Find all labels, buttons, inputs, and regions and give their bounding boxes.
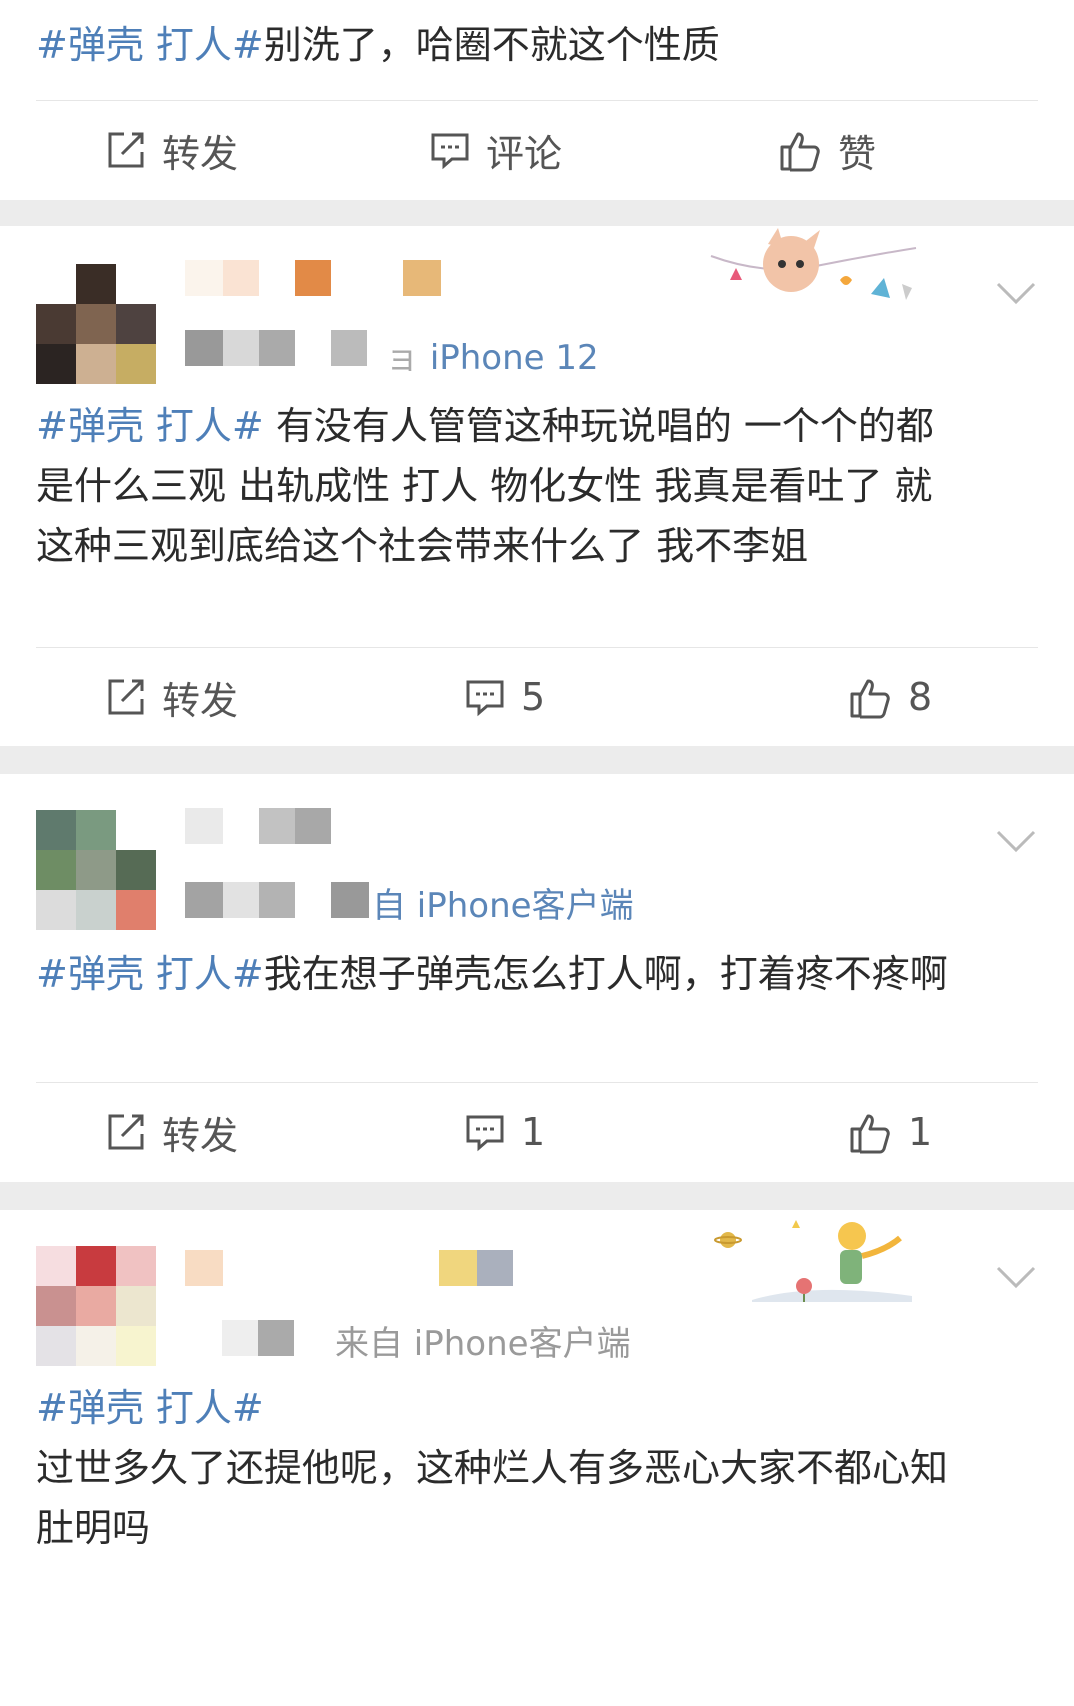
like-button[interactable]: 8 [848, 647, 932, 747]
comment-button[interactable]: 评论 [430, 100, 562, 200]
post-text: #弹壳 打人# 有没有人管管这种玩说唱的 一个个的都是什么三观 出轨成性 打人 … [36, 396, 966, 576]
comment-button[interactable]: 1 [465, 1082, 545, 1182]
post-card-2: ョ iPhone 12 #弹壳 打人# 有没有人管管这种玩说唱的 一个个的都是什… [0, 226, 1074, 746]
avatar[interactable] [36, 1246, 156, 1366]
avatar[interactable] [36, 264, 156, 384]
post-text: #弹壳 打人#别洗了，哈圈不就这个性质 [36, 15, 1036, 75]
action-bar: 转发 评论 赞 [0, 100, 1074, 200]
action-bar: 转发 5 8 [0, 647, 1074, 747]
forward-label: 转发 [162, 678, 239, 723]
forward-label: 转发 [162, 131, 239, 176]
action-bar: 转发 1 1 [0, 1082, 1074, 1182]
share-icon [108, 1114, 144, 1150]
thumbs-up-icon [850, 1114, 890, 1154]
username-redacted[interactable] [185, 808, 345, 844]
post-text: #弹壳 打人# 过世多久了还提他呢，这种烂人有多恶心大家不都心知肚明吗 [36, 1378, 976, 1558]
comment-count: 1 [521, 1110, 546, 1154]
timestamp-redacted [185, 330, 375, 366]
timestamp-redacted [185, 882, 375, 918]
hashtag-link[interactable]: #弹壳 打人# [36, 23, 264, 67]
source-label: 自 iPhone客户端 [372, 886, 634, 926]
share-icon [108, 132, 144, 168]
little-prince-decoration [714, 1220, 912, 1302]
like-label: 赞 [838, 131, 877, 176]
post-body: 别洗了，哈圈不就这个性质 [263, 23, 720, 67]
forward-button[interactable]: 转发 [106, 647, 238, 747]
like-button[interactable]: 1 [848, 1082, 932, 1182]
timestamp-redacted [222, 1320, 302, 1356]
comment-icon [431, 133, 469, 170]
post-body: 我在想子弹壳怎么打人啊，打着疼不疼啊 [263, 952, 948, 996]
comment-icon [466, 680, 504, 717]
thumbs-up-icon [780, 132, 820, 172]
username-redacted[interactable] [185, 260, 445, 296]
thumbs-up-icon [850, 679, 890, 719]
share-icon [108, 679, 144, 715]
chevron-down-icon[interactable] [994, 1262, 1038, 1292]
source-label: 来自 iPhone客户端 [335, 1324, 631, 1364]
avatar[interactable] [36, 810, 156, 930]
like-count: 8 [908, 675, 933, 719]
comment-icon [466, 1115, 504, 1152]
forward-button[interactable]: 转发 [106, 100, 238, 200]
chevron-down-icon[interactable] [994, 278, 1038, 308]
like-count: 1 [908, 1110, 933, 1154]
post-body: 过世多久了还提他呢，这种烂人有多恶心大家不都心知肚明吗 [36, 1446, 949, 1550]
hashtag-link[interactable]: #弹壳 打人# [36, 1378, 976, 1438]
post-card-1: #弹壳 打人#别洗了，哈圈不就这个性质 转发 评论 赞 [0, 0, 1074, 200]
post-card-3: 自 iPhone客户端 #弹壳 打人#我在想子弹壳怎么打人啊，打着疼不疼啊 转发… [0, 774, 1074, 1182]
chevron-down-icon[interactable] [994, 826, 1038, 856]
forward-label: 转发 [162, 1113, 239, 1158]
hashtag-link[interactable]: #弹壳 打人# [36, 404, 264, 448]
hashtag-link[interactable]: #弹壳 打人# [36, 952, 264, 996]
forward-button[interactable]: 转发 [106, 1082, 238, 1182]
source-label: iPhone 12 [429, 338, 599, 378]
source-prefix: ョ [385, 338, 419, 378]
post-source: 自 iPhone客户端 [372, 878, 634, 927]
username-redacted[interactable] [185, 1250, 525, 1286]
post-text: #弹壳 打人#我在想子弹壳怎么打人啊，打着疼不疼啊 [36, 944, 966, 1004]
post-card-4: 来自 iPhone客户端 #弹壳 打人# 过世多久了还提他呢，这种烂人有多恶心大… [0, 1210, 1074, 1706]
comment-button[interactable]: 5 [465, 647, 545, 747]
post-source: ョ iPhone 12 [385, 330, 599, 379]
post-source: 来自 iPhone客户端 [335, 1316, 631, 1365]
like-button[interactable]: 赞 [778, 100, 876, 200]
comment-label: 评论 [486, 131, 563, 176]
bunting-decoration [710, 228, 917, 300]
comment-count: 5 [521, 675, 546, 719]
